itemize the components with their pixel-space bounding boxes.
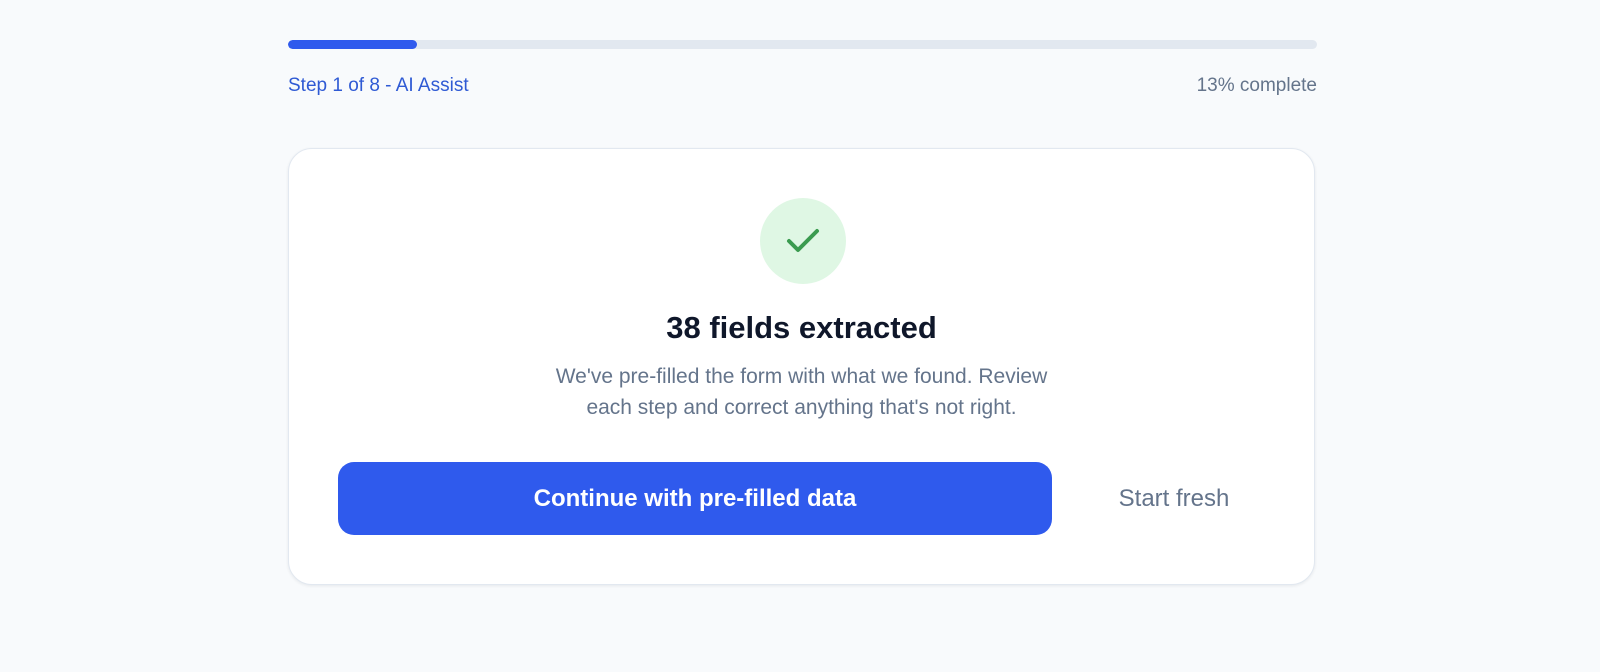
description-line: We've pre-filled the form with what we f… [555,365,1048,388]
progress-bar-fill [288,40,417,49]
progress-bar [288,40,1317,49]
result-title: 38 fields extracted [666,310,937,345]
result-description: We've pre-filled the form with what we f… [289,361,1314,423]
success-badge [760,198,846,284]
check-icon [787,229,819,252]
continue-prefilled-button[interactable]: Continue with pre-filled data [338,462,1052,535]
description-line: each step and correct anything that's no… [586,396,1017,419]
start-fresh-button[interactable]: Start fresh [1079,462,1269,535]
step-label: Step 1 of 8 - AI Assist [288,75,469,96]
extraction-result-card: 38 fields extracted We've pre-filled the… [288,148,1315,585]
percent-complete-label: 13% complete [1196,75,1317,96]
